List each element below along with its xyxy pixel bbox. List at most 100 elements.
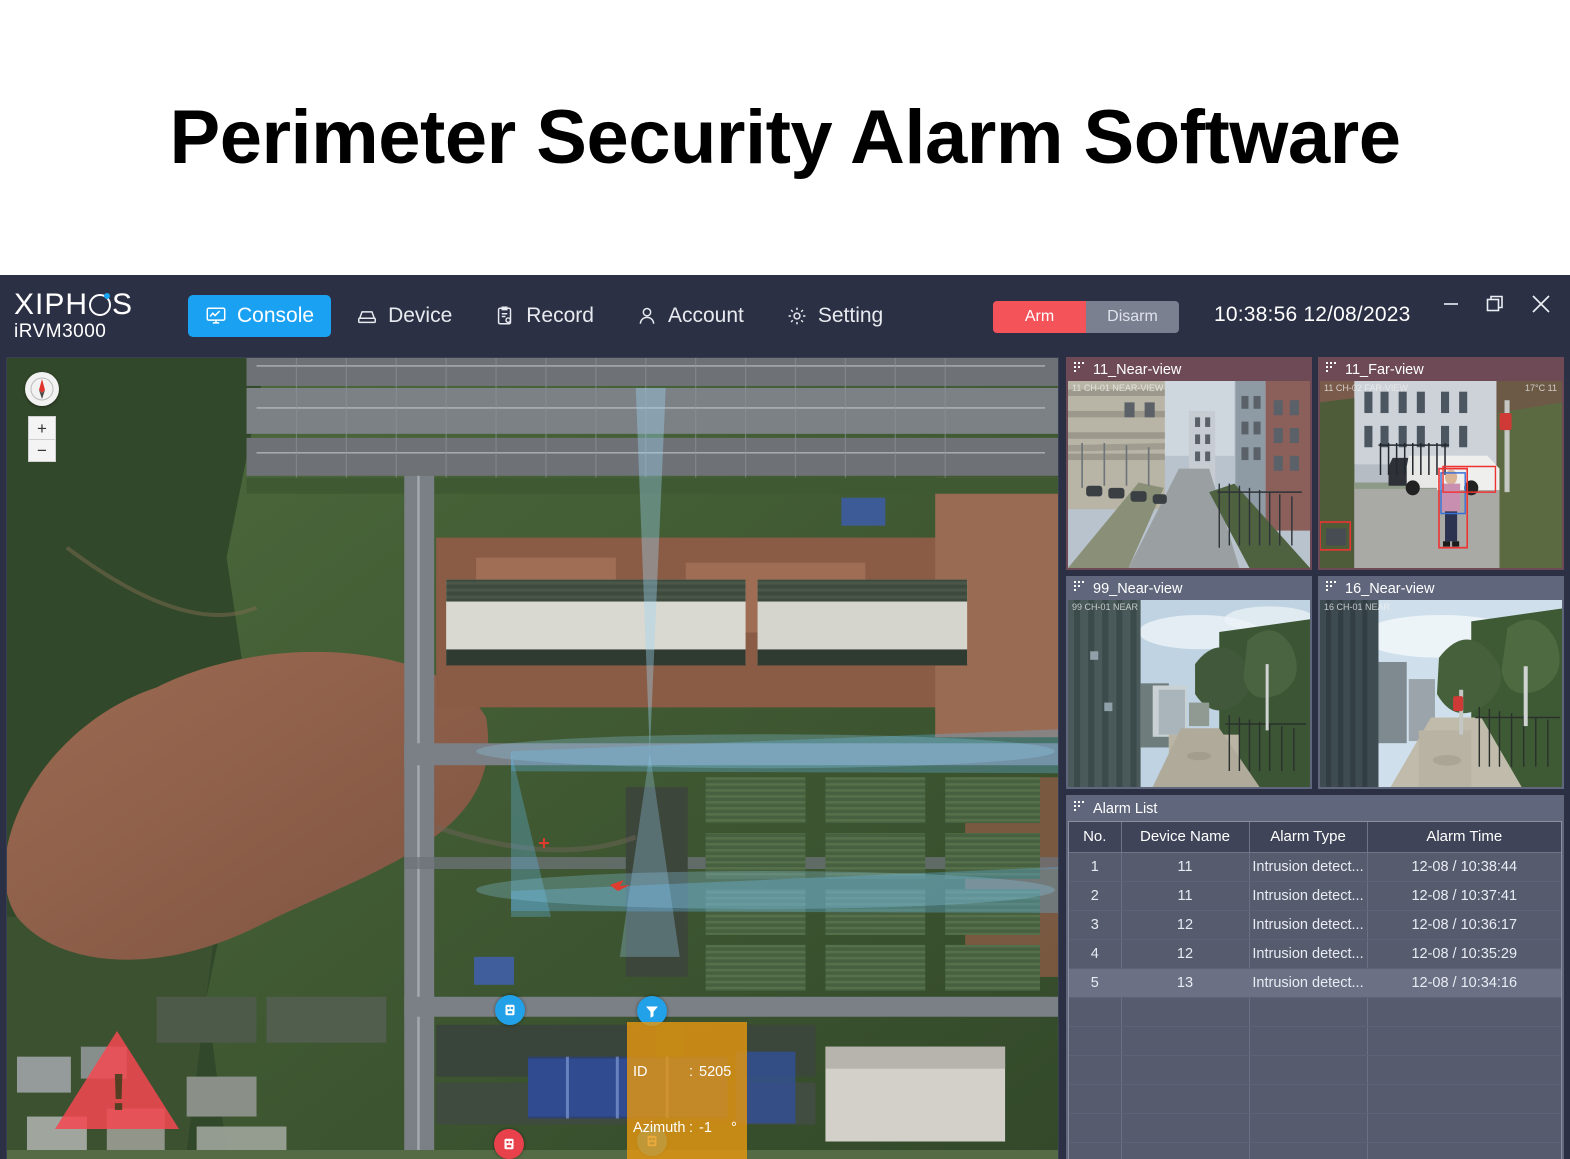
camera-feed[interactable]: 11 CH-02 FAR-VIEW 17°C 11	[1320, 381, 1562, 568]
tab-device-label: Device	[388, 304, 453, 327]
camera-feed[interactable]: 16 CH-01 NEAR	[1320, 600, 1562, 787]
tab-console[interactable]: Console	[188, 295, 332, 337]
col-alarm-time[interactable]: Alarm Time	[1367, 822, 1561, 853]
cell-device: 12	[1121, 910, 1250, 940]
col-alarm-type[interactable]: Alarm Type	[1249, 822, 1368, 853]
brand-model: iRVM3000	[14, 320, 107, 342]
table-row[interactable]: 2 11 Intrusion detect... 12-08 / 10:37:4…	[1069, 881, 1561, 911]
cell-no: 5	[1069, 968, 1122, 998]
cell-time: 12-08 / 10:35:29	[1367, 939, 1561, 969]
camera-osd-left: 11 CH-02 FAR-VIEW	[1324, 383, 1408, 393]
minimize-icon[interactable]	[1438, 291, 1464, 322]
zoom-in-button[interactable]: +	[29, 417, 55, 439]
camera-feed[interactable]: 99 CH-01 NEAR	[1068, 600, 1310, 787]
camera-osd-right: 17°C 11	[1525, 383, 1557, 393]
cell-type: Intrusion detect...	[1249, 910, 1368, 940]
cell-type: Intrusion detect...	[1249, 939, 1368, 969]
title-bar: X IPH S iRVM3000 Console Device Record A…	[0, 275, 1570, 357]
camera-feed-image	[1068, 600, 1310, 787]
table-row-empty	[1069, 1026, 1561, 1056]
tab-device[interactable]: Device	[339, 295, 469, 337]
arm-button[interactable]: Arm	[993, 301, 1086, 333]
camera-title: 16_Near-view	[1345, 581, 1435, 597]
gear-icon	[786, 305, 808, 327]
camera-header: 99_Near-view	[1068, 578, 1310, 600]
camera-title: 11_Far-view	[1345, 362, 1424, 378]
camera-header: 16_Near-view	[1320, 578, 1562, 600]
camera-feed-image	[1320, 381, 1562, 568]
camera-panel-16-near-view[interactable]: 16_Near-view 16 CH-01 NEAR	[1318, 576, 1564, 789]
camera-feed[interactable]: 11 CH-01 NEAR-VIEW	[1068, 381, 1310, 568]
camera-title: 11_Near-view	[1093, 362, 1182, 378]
cell-device: 13	[1121, 968, 1250, 998]
cell-time: 12-08 / 10:38:44	[1367, 852, 1561, 882]
table-row[interactable]: 1 11 Intrusion detect... 12-08 / 10:38:4…	[1069, 852, 1561, 882]
camera-feed-image	[1068, 381, 1310, 568]
workspace: + − ID: 5205 Azimuth: -1 ° ! 11_Near-v…	[0, 357, 1570, 1159]
application-window: X IPH S iRVM3000 Console Device Record A…	[0, 275, 1570, 1159]
camera-panel-11-far-view[interactable]: 11_Far-view 11 CH-02 FAR-VIEW 17°C 11	[1318, 357, 1564, 570]
camera-header: 11_Near-view	[1068, 359, 1310, 381]
col-no[interactable]: No.	[1069, 822, 1122, 853]
close-icon[interactable]	[1526, 289, 1556, 324]
tooltip-value: -1	[699, 1119, 712, 1136]
cell-no: 2	[1069, 881, 1122, 911]
disarm-button[interactable]: Disarm	[1086, 301, 1179, 333]
table-row-empty	[1069, 1142, 1561, 1159]
table-row-empty	[1069, 997, 1561, 1027]
tab-setting[interactable]: Setting	[769, 295, 900, 337]
table-row-empty	[1069, 1055, 1561, 1085]
monitor-chart-icon	[205, 305, 227, 327]
camera-osd-left: 16 CH-01 NEAR	[1324, 602, 1391, 612]
compass-icon[interactable]	[25, 372, 59, 406]
brand-name: X IPH S	[14, 287, 134, 321]
logo-dot-icon	[89, 292, 112, 316]
cell-no: 1	[1069, 852, 1122, 882]
cell-time: 12-08 / 10:36:17	[1367, 910, 1561, 940]
cell-device: 12	[1121, 939, 1250, 969]
camera-title: 99_Near-view	[1093, 581, 1183, 597]
cell-device: 11	[1121, 852, 1250, 882]
tooltip-key: ID	[633, 1064, 648, 1080]
table-row[interactable]: 4 12 Intrusion detect... 12-08 / 10:35:2…	[1069, 939, 1561, 969]
warning-triangle-icon: !	[55, 1030, 179, 1129]
map-device-marker-left-upper[interactable]	[495, 995, 525, 1025]
cell-type: Intrusion detect...	[1249, 881, 1368, 911]
cell-type: Intrusion detect...	[1249, 852, 1368, 882]
alarm-table-scroll[interactable]: No. Device Name Alarm Type Alarm Time 1 …	[1068, 821, 1562, 1159]
alarm-table: No. Device Name Alarm Type Alarm Time 1 …	[1069, 822, 1561, 1159]
warning-exclamation: !	[110, 1063, 128, 1122]
drag-grip-icon	[1074, 581, 1086, 597]
drag-grip-icon	[1074, 362, 1086, 378]
page-title: Perimeter Security Alarm Software	[169, 95, 1401, 180]
tab-account-label: Account	[667, 304, 744, 327]
tooltip-colon: :	[689, 1119, 694, 1136]
table-row[interactable]: 5 13 Intrusion detect... 12-08 / 10:34:1…	[1069, 968, 1561, 998]
map-device-marker-left-lower-alarm[interactable]	[494, 1129, 524, 1159]
tooltip-row-azimuth: Azimuth : -1 °	[633, 1119, 741, 1138]
tooltip-value: 5205	[699, 1064, 732, 1080]
table-row-empty	[1069, 1113, 1561, 1143]
target-info-tooltip: ID : 5205 Azimuth : -1 ° Speed : 0.2 m/s	[627, 1022, 747, 1159]
camera-panel-99-near-view[interactable]: 99_Near-view 99 CH-01 NEAR	[1066, 576, 1312, 789]
col-device-name[interactable]: Device Name	[1121, 822, 1250, 853]
zoom-out-button[interactable]: −	[29, 439, 55, 461]
restore-icon[interactable]	[1482, 291, 1508, 322]
camera-panel-11-near-view[interactable]: 11_Near-view 11 CH-01 NEAR-VIEW	[1066, 357, 1312, 570]
drag-grip-icon	[1074, 801, 1086, 817]
alarm-list-title: Alarm List	[1093, 801, 1158, 817]
arm-disarm-toggle[interactable]: Arm Disarm	[993, 301, 1179, 333]
device-box-icon	[356, 305, 378, 327]
tab-record[interactable]: Record	[477, 295, 611, 337]
cell-type: Intrusion detect...	[1249, 968, 1368, 998]
map-zoom-controls[interactable]: + −	[28, 416, 56, 462]
map-view[interactable]: + − ID: 5205 Azimuth: -1 ° !	[6, 357, 1059, 1159]
table-row[interactable]: 3 12 Intrusion detect... 12-08 / 10:36:1…	[1069, 910, 1561, 940]
table-header-row: No. Device Name Alarm Type Alarm Time	[1069, 822, 1561, 853]
tab-console-label: Console	[237, 304, 315, 327]
tooltip-colon: :	[689, 1064, 694, 1080]
tooltip-unit: °	[731, 1119, 737, 1136]
window-controls	[1438, 289, 1556, 324]
cell-time: 12-08 / 10:34:16	[1367, 968, 1561, 998]
tab-account[interactable]: Account	[619, 295, 761, 337]
